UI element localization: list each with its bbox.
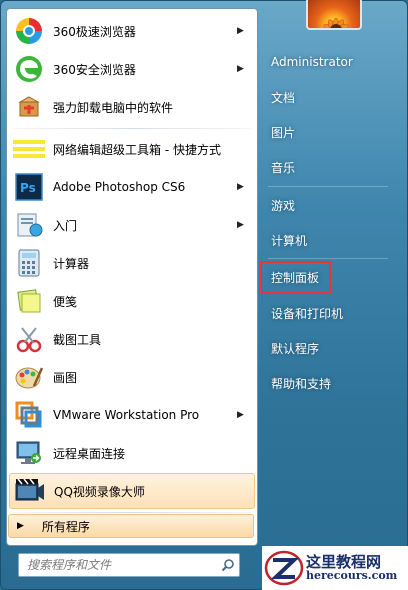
program-item[interactable]: VMware Workstation Pro ▶ [9, 397, 255, 433]
toolbox-icon [13, 133, 45, 165]
divider [13, 128, 251, 129]
program-item[interactable]: 截图工具 [9, 321, 255, 357]
site-logo-icon [262, 546, 306, 590]
watermark-url: herecours.com [306, 569, 398, 583]
search-icon[interactable] [217, 558, 239, 572]
program-label: 360极速浏览器 [53, 24, 136, 39]
all-programs-button[interactable]: ▶ 所有程序 [8, 514, 254, 538]
user-name[interactable]: Administrator [262, 48, 402, 76]
program-item[interactable]: 计算器 [9, 245, 255, 281]
divider [268, 186, 388, 187]
computer-link[interactable]: 计算机 [262, 226, 402, 254]
program-item[interactable]: Ps Adobe Photoshop CS6 ▶ [9, 169, 255, 205]
search-box[interactable] [18, 553, 240, 577]
program-label: 360安全浏览器 [53, 62, 136, 77]
devices-printers-link[interactable]: 设备和打印机 [262, 299, 402, 327]
qq-video-recorder-icon [14, 475, 46, 507]
program-label: 强力卸载电脑中的软件 [53, 100, 174, 115]
watermark: 这里教程网 herecours.com [262, 546, 408, 590]
games-link[interactable]: 游戏 [262, 191, 402, 219]
vmware-icon [13, 399, 45, 431]
program-item[interactable]: 画图 [9, 359, 255, 395]
snipping-tool-icon [13, 323, 45, 355]
submenu-arrow-icon: ▶ [237, 64, 244, 74]
360-speed-browser-icon [13, 15, 45, 47]
paint-icon [13, 361, 45, 393]
program-item-selected[interactable]: QQ视频录像大师 [9, 473, 255, 509]
submenu-arrow-icon: ▶ [237, 220, 244, 230]
program-item[interactable]: 360极速浏览器 ▶ [9, 13, 255, 49]
program-label: 计算器 [53, 256, 90, 271]
program-item[interactable]: 网络编辑超级工具箱 - 快捷方式 [9, 131, 255, 167]
music-link[interactable]: 音乐 [262, 153, 402, 181]
submenu-arrow-icon: ▶ [237, 26, 244, 36]
program-label: 便笺 [53, 294, 78, 309]
help-support-link[interactable]: 帮助和支持 [262, 369, 402, 397]
search-input[interactable] [19, 555, 217, 575]
photoshop-icon: Ps [13, 171, 45, 203]
360-safe-browser-icon [13, 53, 45, 85]
default-programs-link[interactable]: 默认程序 [262, 334, 402, 362]
sticky-notes-icon [13, 285, 45, 317]
pictures-link[interactable]: 图片 [262, 118, 402, 146]
program-label: 画图 [53, 370, 78, 385]
remote-desktop-icon [13, 437, 45, 469]
divider [13, 512, 251, 513]
program-label: 截图工具 [53, 332, 102, 347]
uninstaller-icon [13, 91, 45, 123]
submenu-arrow-icon: ▶ [237, 410, 244, 420]
program-label: VMware Workstation Pro [53, 408, 200, 422]
svg-text:Ps: Ps [20, 181, 36, 195]
program-item[interactable]: 强力卸载电脑中的软件 [9, 89, 255, 125]
user-picture[interactable] [306, 0, 362, 30]
program-item[interactable]: 远程桌面连接 [9, 435, 255, 471]
program-label: Adobe Photoshop CS6 [53, 180, 186, 194]
expand-arrow-icon: ▶ [17, 521, 24, 531]
program-item[interactable]: 便笺 [9, 283, 255, 319]
all-programs-label: 所有程序 [41, 519, 90, 534]
program-label: QQ视频录像大师 [54, 484, 145, 499]
documents-link[interactable]: 文档 [262, 83, 402, 111]
divider [268, 258, 388, 259]
program-list: 360极速浏览器 ▶ 360安全浏览器 ▶ 强力卸载电脑中的软件 网络编辑超级工… [6, 8, 258, 546]
highlight-box [260, 261, 331, 294]
program-label: 网络编辑超级工具箱 - 快捷方式 [53, 142, 221, 157]
submenu-arrow-icon: ▶ [237, 182, 244, 192]
watermark-title: 这里教程网 [306, 552, 382, 571]
program-item[interactable]: 360安全浏览器 ▶ [9, 51, 255, 87]
calculator-icon [13, 247, 45, 279]
program-item[interactable]: 入门 ▶ [9, 207, 255, 243]
getting-started-icon [13, 209, 45, 241]
program-label: 入门 [53, 218, 78, 233]
program-label: 远程桌面连接 [53, 446, 126, 461]
